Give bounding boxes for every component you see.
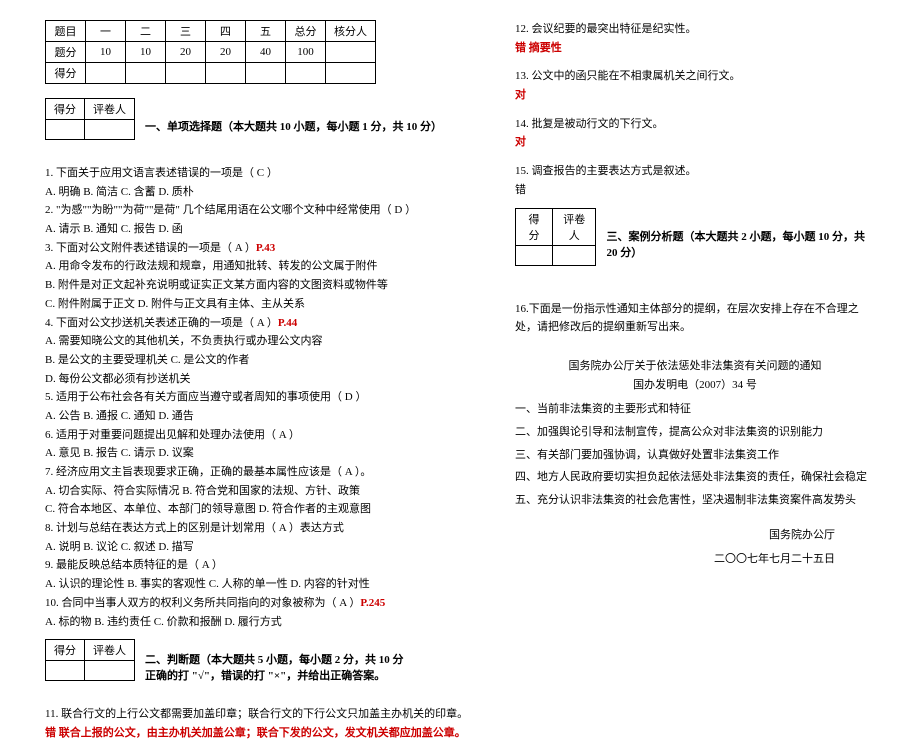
cell: 20	[166, 42, 206, 63]
doc-date: 二〇〇七年七月二十五日	[515, 550, 875, 569]
section2-subtitle: 正确的打 "√"，错误的打 "×"，并给出正确答案。	[145, 667, 404, 683]
row2-label: 得分	[46, 63, 86, 84]
mini-c2: 评卷人	[85, 99, 135, 120]
cell	[206, 63, 246, 84]
q13: 13. 公文中的函只能在不相隶属机关之间行文。	[515, 67, 875, 86]
p4: 四、地方人民政府要切实担负起依法惩处非法集资的责任，确保社会稳定	[515, 468, 875, 487]
q1a: A. 明确 B. 简洁 C. 含蓄 D. 质朴	[45, 183, 485, 202]
th-3: 三	[166, 21, 206, 42]
q3c: C. 附件附属于正文 D. 附件与正文具有主体、主从关系	[45, 295, 485, 314]
q4b: B. 是公文的主要受理机关 C. 是公文的作者	[45, 351, 485, 370]
cell: 10	[86, 42, 126, 63]
q2a: A. 请示 B. 通知 C. 报告 D. 函	[45, 220, 485, 239]
right-column: 12. 会议纪要的最突出特征是纪实性。 错 摘要性 13. 公文中的函只能在不相…	[500, 20, 890, 616]
q12-ans: 错 摘要性	[515, 39, 875, 58]
q6a: A. 意见 B. 报告 C. 请示 D. 议案	[45, 444, 485, 463]
q4: 4. 下面对公文抄送机关表述正确的一项是（ A ）P.44	[45, 314, 485, 333]
cell	[86, 63, 126, 84]
q4a: A. 需要知晓公文的其他机关，不负责执行或办理公文内容	[45, 332, 485, 351]
p1: 一、当前非法集资的主要形式和特征	[515, 400, 875, 419]
q14-ans: 对	[515, 133, 875, 152]
q3-pageref: P.43	[256, 242, 275, 254]
cell: 40	[246, 42, 286, 63]
cell	[326, 63, 376, 84]
doc-num: 国办发明电（2007）34 号	[515, 376, 875, 395]
th-5: 五	[246, 21, 286, 42]
cell	[286, 63, 326, 84]
q5a: A. 公告 B. 通报 C. 通知 D. 通告	[45, 407, 485, 426]
p2: 二、加强舆论引导和法制宣传，提高公众对非法集资的识别能力	[515, 423, 875, 442]
section2-title: 二、判断题（本大题共 5 小题，每小题 2 分，共 10 分	[145, 651, 404, 667]
mini-score-table: 得分评卷人	[45, 639, 135, 681]
q11: 11. 联合行文的上行公文都需要加盖印章；联合行文的下行公文只加盖主办机关的印章…	[45, 705, 485, 724]
mini-c1: 得分	[46, 99, 85, 120]
cell: 10	[126, 42, 166, 63]
cell: 100	[286, 42, 326, 63]
cell	[126, 63, 166, 84]
p5: 五、充分认识非法集资的社会危害性，坚决遏制非法集资案件高发势头	[515, 491, 875, 510]
section1-title: 一、单项选择题（本大题共 10 小题，每小题 1 分，共 10 分）	[145, 118, 442, 134]
q4-pageref: P.44	[278, 317, 297, 329]
mini-blank	[46, 120, 85, 140]
th-1: 一	[86, 21, 126, 42]
mini-blank	[552, 245, 596, 265]
q7b: C. 符合本地区、本单位、本部门的领导意图 D. 符合作者的主观意图	[45, 500, 485, 519]
mini-blank	[46, 661, 85, 681]
mini-score-table: 得分评卷人	[515, 208, 596, 266]
q3b: B. 附件是对正文起补充说明或证实正文某方面内容的文图资料或物件等	[45, 276, 485, 295]
doc-title: 国务院办公厅关于依法惩处非法集资有关问题的通知	[515, 357, 875, 376]
q5: 5. 适用于公布社会各有关方面应当遵守或者周知的事项使用（ D ）	[45, 388, 485, 407]
mini-blank	[85, 661, 135, 681]
q9: 9. 最能反映总结本质特征的是（ A ）	[45, 556, 485, 575]
q7a: A. 切合实际、符合实际情况 B. 符合党和国家的法规、方针、政策	[45, 482, 485, 501]
cell	[166, 63, 206, 84]
q3a: A. 用命令发布的行政法规和规章，用通知批转、转发的公文属于附件	[45, 257, 485, 276]
mini-c1: 得分	[516, 208, 553, 245]
cell: 20	[206, 42, 246, 63]
q10-pageref: P.245	[360, 597, 385, 609]
mini-score-table: 得分评卷人	[45, 98, 135, 140]
q11-ans: 错 联合上报的公文，由主办机关加盖公章；联合下发的公文，发文机关都应加盖公章。	[45, 724, 485, 743]
q16: 16.下面是一份指示性通知主体部分的提纲，在层次安排上存在不合理之处，请把修改后…	[515, 300, 875, 337]
q15-ans: 错	[515, 181, 875, 200]
q10a: A. 标的物 B. 违约责任 C. 价款和报酬 D. 履行方式	[45, 613, 485, 632]
section3-title: 三、案例分析题（本大题共 2 小题，每小题 10 分，共 20 分）	[606, 228, 875, 260]
p3: 三、有关部门要加强协调，认真做好处置非法集资工作	[515, 446, 875, 465]
th-total: 总分	[286, 21, 326, 42]
left-column: 题目 一 二 三 四 五 总分 核分人 题分 10 10 20 20 40 10…	[30, 20, 500, 616]
cell	[326, 42, 376, 63]
q13-ans: 对	[515, 86, 875, 105]
doc-sign: 国务院办公厅	[515, 526, 875, 545]
th-topic: 题目	[46, 21, 86, 42]
mini-blank	[85, 120, 135, 140]
score-table: 题目 一 二 三 四 五 总分 核分人 题分 10 10 20 20 40 10…	[45, 20, 376, 84]
mini-c1: 得分	[46, 640, 85, 661]
th-2: 二	[126, 21, 166, 42]
th-4: 四	[206, 21, 246, 42]
th-checker: 核分人	[326, 21, 376, 42]
q14: 14. 批复是被动行文的下行文。	[515, 115, 875, 134]
q9a: A. 认识的理论性 B. 事实的客观性 C. 人称的单一性 D. 内容的针对性	[45, 575, 485, 594]
q6: 6. 适用于对重要问题提出见解和处理办法使用（ A ）	[45, 426, 485, 445]
q12: 12. 会议纪要的最突出特征是纪实性。	[515, 20, 875, 39]
q3: 3. 下面对公文附件表述错误的一项是（ A ）P.43	[45, 239, 485, 258]
cell	[246, 63, 286, 84]
q10: 10. 合同中当事人双方的权利义务所共同指向的对象被称为（ A ）P.245	[45, 594, 485, 613]
mini-blank	[516, 245, 553, 265]
q15: 15. 调查报告的主要表达方式是叙述。	[515, 162, 875, 181]
q4c: D. 每份公文都必须有抄送机关	[45, 370, 485, 389]
row1-label: 题分	[46, 42, 86, 63]
mini-c2: 评卷人	[552, 208, 596, 245]
q8: 8. 计划与总结在表达方式上的区别是计划常用（ A ）表达方式	[45, 519, 485, 538]
q8a: A. 说明 B. 议论 C. 叙述 D. 描写	[45, 538, 485, 557]
q1: 1. 下面关于应用文语言表述错误的一项是（ C ）	[45, 164, 485, 183]
mini-c2: 评卷人	[85, 640, 135, 661]
q7: 7. 经济应用文主旨表现要求正确，正确的最基本属性应该是（ A ）。	[45, 463, 485, 482]
q2: 2. "为感""为盼""为荷""是荷" 几个结尾用语在公文哪个文种中经常使用（ …	[45, 201, 485, 220]
